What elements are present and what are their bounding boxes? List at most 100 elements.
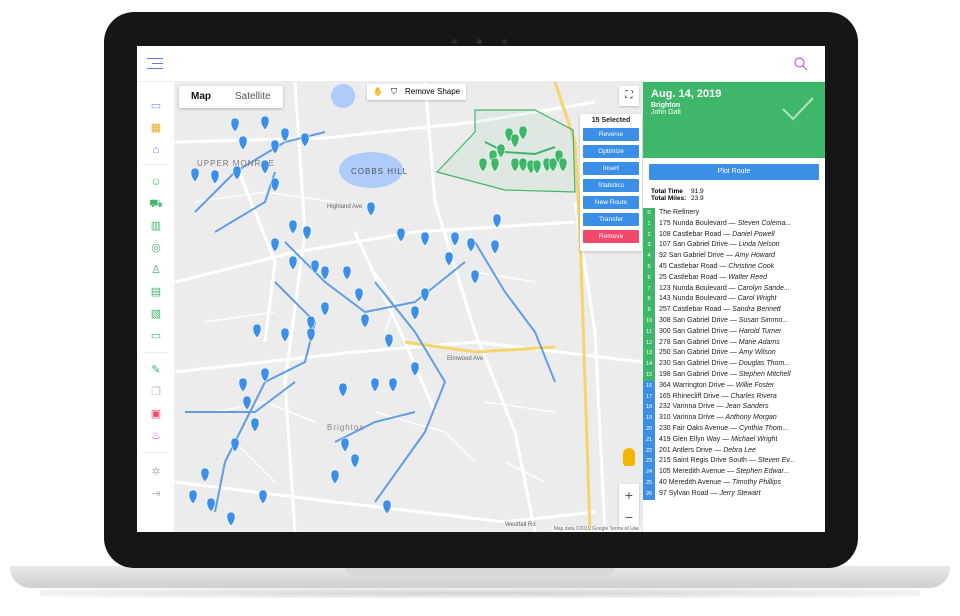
stop-row[interactable]: 9 257 Castlebar Road — Sandra Bennett	[643, 305, 825, 316]
bug-icon[interactable]: ♨	[149, 430, 163, 442]
map-pin[interactable]	[230, 437, 240, 453]
tab-satellite[interactable]: Satellite	[223, 86, 283, 108]
map-pin[interactable]	[260, 159, 270, 175]
map-pin[interactable]	[490, 239, 500, 255]
map-pin[interactable]	[302, 225, 312, 241]
map-pin[interactable]	[270, 177, 280, 193]
map-pin[interactable]	[270, 237, 280, 253]
stop-row[interactable]: 14 230 San Gabriel Drive — Douglas Thom..…	[643, 359, 825, 370]
zoom-in-button[interactable]: +	[619, 484, 639, 506]
map-pin[interactable]	[206, 497, 216, 513]
stop-row[interactable]: 13 250 San Gabriel Drive — Amy Wilson	[643, 348, 825, 360]
map-pin[interactable]	[354, 287, 364, 303]
selected-map-pin[interactable]	[518, 125, 528, 141]
map-pin[interactable]	[288, 255, 298, 271]
remove-shape-button[interactable]: Remove Shape	[405, 84, 460, 100]
statistics-button[interactable]: Statistics	[583, 179, 639, 192]
stop-row[interactable]: 5 45 Castlebar Road — Christine Cook	[643, 261, 825, 273]
map-pin[interactable]	[396, 227, 406, 243]
user-icon[interactable]: ♙	[149, 264, 163, 276]
map-pin[interactable]	[340, 437, 350, 453]
map-pin[interactable]	[238, 377, 248, 393]
map-pin[interactable]	[492, 213, 502, 229]
map-pin[interactable]	[242, 395, 252, 411]
stop-row[interactable]: 3 107 San Gabriel Drive — Linda Nelson	[643, 240, 825, 252]
search-icon[interactable]	[793, 56, 809, 72]
stop-row[interactable]: 22 201 Antlers Drive — Debra Lee	[643, 445, 825, 457]
map-pin[interactable]	[366, 201, 376, 217]
stop-row[interactable]: 2 108 Castlebar Road — Daniel Powell	[643, 229, 825, 241]
map-pin[interactable]	[330, 469, 340, 485]
globe-icon[interactable]: ◎	[149, 242, 163, 254]
map-view[interactable]: COBBS HILL UPPER MONROE Brighton Highlan…	[175, 82, 643, 532]
menu-icon[interactable]	[147, 58, 163, 70]
stop-row[interactable]: 15 198 San Gabriel Drive — Stephen Mitche…	[643, 369, 825, 381]
map-pin[interactable]	[230, 117, 240, 133]
map-pin[interactable]	[258, 489, 268, 505]
map-pin[interactable]	[466, 237, 476, 253]
map-pin[interactable]	[270, 139, 280, 155]
street-view-pegman-icon[interactable]	[623, 448, 635, 466]
selected-map-pin[interactable]	[532, 159, 542, 175]
map-pin[interactable]	[280, 127, 290, 143]
map-pin[interactable]	[338, 382, 348, 398]
plot-route-button[interactable]: Plot Route	[649, 164, 819, 180]
map-pin[interactable]	[200, 467, 210, 483]
reverse-button[interactable]: Reverse	[583, 128, 639, 141]
map-pin[interactable]	[190, 167, 200, 183]
map-pin[interactable]	[232, 165, 242, 181]
map-pin[interactable]	[260, 115, 270, 131]
map-pin[interactable]	[306, 327, 316, 343]
selected-map-pin[interactable]	[510, 157, 520, 173]
gear-icon[interactable]: ✲	[149, 466, 163, 478]
map-pin[interactable]	[410, 361, 420, 377]
stop-row[interactable]: 1 175 Nunda Boulevard — Steven Colema...	[643, 218, 825, 230]
logout-icon[interactable]: ⇥	[149, 488, 163, 500]
selected-map-pin[interactable]	[558, 157, 568, 173]
remove-button[interactable]: Remove	[583, 230, 639, 243]
map-pin[interactable]	[444, 251, 454, 267]
selected-map-pin[interactable]	[496, 143, 506, 159]
chart-icon[interactable]: ▭	[149, 100, 163, 112]
stop-row[interactable]: 7 123 Nunda Boulevard — Carolyn Sande...	[643, 283, 825, 295]
selected-map-pin[interactable]	[510, 133, 520, 149]
new-route-button[interactable]: New Route	[583, 196, 639, 209]
selected-map-pin[interactable]	[518, 157, 528, 173]
map-pin[interactable]	[250, 417, 260, 433]
building-icon[interactable]: ⌂	[149, 144, 163, 156]
insert-button[interactable]: Insert	[583, 162, 639, 175]
calendar-icon[interactable]: ▦	[149, 122, 163, 134]
clipboard-icon[interactable]: ▧	[149, 308, 163, 320]
transfer-button[interactable]: Transfer	[583, 213, 639, 226]
stop-row[interactable]: 25 40 Meredith Avenue — Timothy Phillips	[643, 477, 825, 489]
map-pin[interactable]	[342, 265, 352, 281]
map-icon[interactable]: ▥	[149, 220, 163, 232]
map-pin[interactable]	[370, 377, 380, 393]
map-pin[interactable]	[300, 132, 310, 148]
lasso-icon[interactable]: ⛉	[391, 84, 397, 100]
map-pin[interactable]	[280, 327, 290, 343]
tab-map[interactable]: Map	[179, 86, 223, 108]
cart-icon[interactable]: ⛟	[149, 198, 163, 210]
selected-map-pin[interactable]	[490, 157, 500, 173]
stop-row[interactable]: 11 300 San Gabriel Drive — Harold Turner	[643, 326, 825, 338]
map-pin[interactable]	[252, 323, 262, 339]
stop-row[interactable]: 18 232 Varinna Drive — Jean Sanders	[643, 402, 825, 414]
map-pin[interactable]	[382, 499, 392, 515]
optimize-button[interactable]: Optimize	[583, 145, 639, 158]
selected-map-pin[interactable]	[548, 157, 558, 173]
map-pin[interactable]	[350, 453, 360, 469]
map-pin[interactable]	[210, 169, 220, 185]
map-pin[interactable]	[420, 231, 430, 247]
map-pin[interactable]	[226, 511, 236, 527]
map-pin[interactable]	[320, 265, 330, 281]
stop-row[interactable]: 16 364 Warrington Drive — Willie Foster	[643, 380, 825, 392]
truck-icon[interactable]: ▤	[149, 286, 163, 298]
zoom-out-button[interactable]: −	[619, 506, 639, 528]
stop-row[interactable]: 10 308 San Gabriel Drive — Susan Simmo...	[643, 315, 825, 327]
start-stop-row[interactable]: S The Refinery	[643, 208, 825, 219]
stop-row[interactable]: 8 143 Nunda Boulevard — Carol Wright	[643, 294, 825, 306]
display-icon[interactable]: ▣	[149, 408, 163, 420]
stop-row[interactable]: 17 165 Rhinecliff Drive — Charles Rivera	[643, 391, 825, 403]
map-pin[interactable]	[320, 301, 330, 317]
